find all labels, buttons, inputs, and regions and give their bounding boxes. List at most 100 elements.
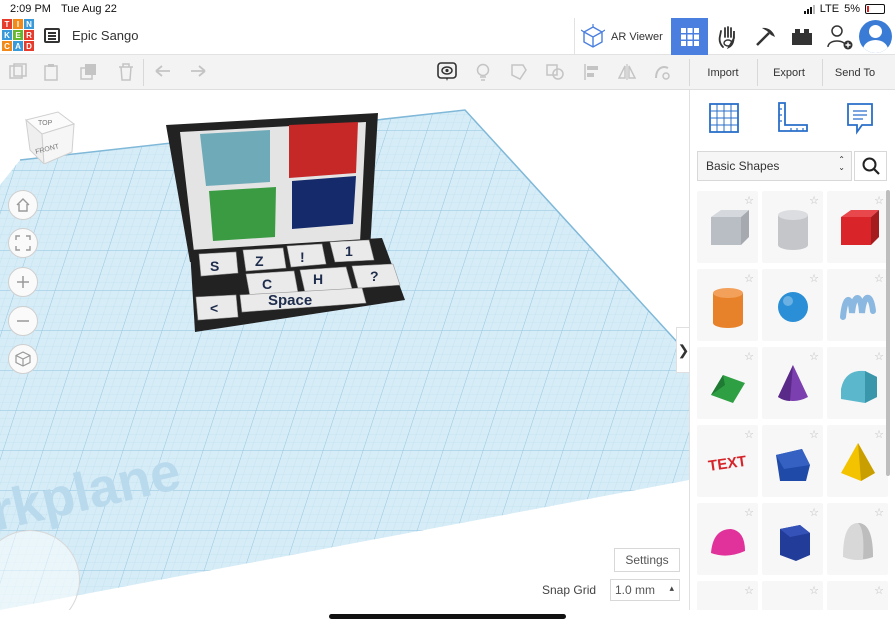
shape-text[interactable]: ☆ TEXT <box>697 425 758 497</box>
duplicate-icon[interactable] <box>80 63 98 81</box>
export-button[interactable]: Export <box>760 61 818 84</box>
favorite-star-icon[interactable]: ☆ <box>874 584 884 597</box>
signal-icon <box>803 4 815 14</box>
torus-icon <box>707 597 751 610</box>
redo-icon[interactable] <box>189 63 207 81</box>
text-icon: TEXT <box>707 453 747 475</box>
3d-canvas[interactable]: rkplane S Z ! 1 C H ? < Space TOP FRONT … <box>0 90 689 610</box>
shape-paraboloid[interactable]: ☆ <box>827 503 888 575</box>
key-space: Space <box>268 292 312 309</box>
bottom-bar <box>0 610 895 625</box>
shape-polygon-prism[interactable]: ☆ <box>762 503 823 575</box>
shape-tube[interactable]: ☆ <box>762 581 823 610</box>
fit-view-button[interactable] <box>8 228 38 258</box>
tab-notes[interactable] <box>842 100 878 136</box>
favorite-star-icon[interactable]: ☆ <box>809 506 819 519</box>
round-roof-icon <box>841 370 877 403</box>
paste-icon[interactable] <box>43 63 61 81</box>
mirror-icon[interactable] <box>618 63 636 81</box>
status-date: Tue Aug 22 <box>60 3 117 15</box>
zoom-in-button[interactable] <box>8 267 38 297</box>
home-view-button[interactable] <box>8 190 38 220</box>
view-cube[interactable]: TOP FRONT <box>22 108 76 164</box>
favorite-star-icon[interactable]: ☆ <box>744 428 754 441</box>
design-list-icon[interactable] <box>44 28 60 43</box>
favorite-star-icon[interactable]: ☆ <box>744 194 754 207</box>
ar-cube-icon <box>581 23 605 48</box>
shape-box-hole[interactable]: ☆ <box>697 191 758 263</box>
cruise-icon[interactable] <box>653 63 671 81</box>
favorite-star-icon[interactable]: ☆ <box>809 584 819 597</box>
shape-roof[interactable]: ☆ <box>697 347 758 419</box>
shape-polygon[interactable]: ☆ <box>762 425 823 497</box>
ar-viewer-button[interactable]: AR Viewer <box>574 18 670 55</box>
workplane[interactable]: rkplane S Z ! 1 C H ? < Space <box>0 90 689 610</box>
logo-letter: N <box>24 19 34 29</box>
key-one: 1 <box>345 243 353 259</box>
blocks-button[interactable] <box>709 18 746 55</box>
project-name[interactable]: Epic Sango <box>72 28 139 43</box>
shape-box[interactable]: ☆ <box>827 191 888 263</box>
favorite-star-icon[interactable]: ☆ <box>744 506 754 519</box>
lightbulb-icon[interactable] <box>474 63 492 81</box>
invite-user-button[interactable] <box>821 18 858 55</box>
shape-torus[interactable]: ☆ <box>697 581 758 610</box>
group-icon[interactable] <box>510 63 528 81</box>
perspective-button[interactable] <box>8 344 38 374</box>
shapes-panel: Basic Shapes ☆ ☆ ☆ ☆ ☆ ☆ ☆ ☆ ☆ ☆ TEXT ☆ ☆ ☆ ☆ ☆ ☆ ☆ ☆ <box>689 90 895 610</box>
favorite-star-icon[interactable]: ☆ <box>874 428 884 441</box>
shape-category-select[interactable]: Basic Shapes <box>697 151 852 181</box>
chevron-right-icon: ❯ <box>677 341 689 358</box>
favorite-star-icon[interactable]: ☆ <box>744 584 754 597</box>
logo-letter: T <box>2 19 12 29</box>
shape-round-roof[interactable]: ☆ <box>827 347 888 419</box>
favorite-star-icon[interactable]: ☆ <box>809 350 819 363</box>
battery-icon <box>865 4 885 14</box>
favorite-star-icon[interactable]: ☆ <box>874 272 884 285</box>
settings-button[interactable]: Settings <box>614 548 680 572</box>
status-bar: 2:09 PM Tue Aug 22 LTE 5% <box>0 0 895 18</box>
favorite-star-icon[interactable]: ☆ <box>809 428 819 441</box>
sim-lab-button[interactable] <box>783 18 820 55</box>
delete-icon[interactable] <box>117 63 135 81</box>
import-button[interactable]: Import <box>693 61 753 84</box>
ungroup-icon[interactable] <box>546 63 564 81</box>
shape-scribble[interactable]: ☆ <box>827 269 888 341</box>
align-icon[interactable] <box>583 63 601 81</box>
favorite-star-icon[interactable]: ☆ <box>874 194 884 207</box>
new-shape-icon[interactable] <box>9 63 27 81</box>
favorite-star-icon[interactable]: ☆ <box>874 350 884 363</box>
panel-scrollbar[interactable] <box>886 190 890 476</box>
favorite-star-icon[interactable]: ☆ <box>874 506 884 519</box>
shape-sphere[interactable]: ☆ <box>762 269 823 341</box>
shape-search-button[interactable] <box>854 151 887 181</box>
favorite-star-icon[interactable]: ☆ <box>809 194 819 207</box>
shape-pyramid[interactable]: ☆ <box>827 425 888 497</box>
tinkercad-logo[interactable]: TIN KER CAD <box>2 19 34 52</box>
panel-toggle-button[interactable]: ❯ <box>676 327 689 373</box>
favorite-star-icon[interactable]: ☆ <box>744 272 754 285</box>
shape-half-sphere[interactable]: ☆ <box>697 503 758 575</box>
logo-letter: I <box>13 19 23 29</box>
shape-shape[interactable]: ☆ <box>827 581 888 610</box>
snap-grid-select[interactable]: 1.0 mm <box>610 579 680 601</box>
tab-workplane[interactable] <box>706 100 742 136</box>
tab-ruler[interactable] <box>774 100 810 136</box>
bricks-button[interactable] <box>746 18 783 55</box>
note-icon <box>847 103 873 135</box>
favorite-star-icon[interactable]: ☆ <box>744 350 754 363</box>
user-avatar[interactable] <box>859 20 892 53</box>
logo-letter: R <box>24 30 34 40</box>
shape-cone[interactable]: ☆ <box>762 347 823 419</box>
shape-cylinder-hole[interactable]: ☆ <box>762 191 823 263</box>
key-c: C <box>262 276 272 292</box>
undo-icon[interactable] <box>154 63 172 81</box>
3d-view-button[interactable] <box>671 18 708 55</box>
send-to-button[interactable]: Send To <box>826 61 884 84</box>
show-hide-notes-icon[interactable] <box>437 62 457 82</box>
favorite-star-icon[interactable]: ☆ <box>809 272 819 285</box>
zoom-out-button[interactable] <box>8 306 38 336</box>
home-indicator[interactable] <box>329 614 566 619</box>
shape-cylinder[interactable]: ☆ <box>697 269 758 341</box>
keyboard-model[interactable]: S Z ! 1 C H ? < Space <box>166 113 405 332</box>
